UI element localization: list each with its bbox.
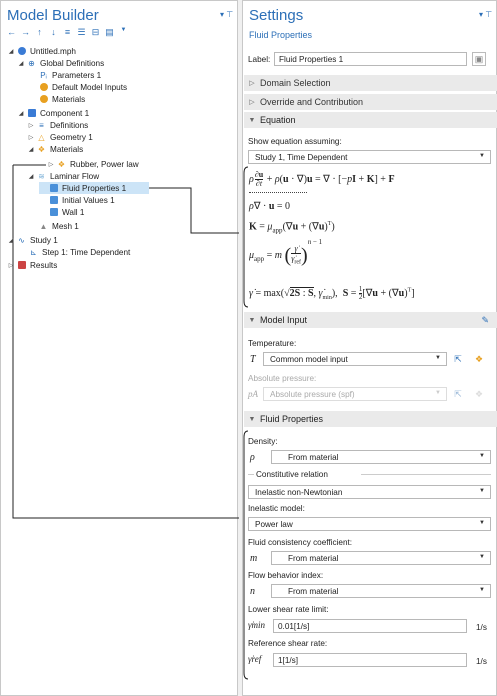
mesh-icon: ▲: [39, 221, 48, 231]
settings-subtitle: Fluid Properties: [249, 30, 313, 40]
tree-item-global-definitions[interactable]: ◢ ⊕ Global Definitions: [17, 57, 104, 69]
section-override[interactable]: ▷ Override and Contribution: [244, 94, 497, 110]
inelastic-model-select[interactable]: Power law ▼: [248, 517, 491, 531]
settings-panel: Settings Fluid Properties ▾ ⊤ Label: Flu…: [242, 0, 497, 696]
tree-item-wall[interactable]: Wall 1: [47, 206, 84, 218]
chevron-down-icon: ▼: [479, 587, 485, 593]
constitutive-relation-select[interactable]: Inelastic non-Newtonian ▼: [248, 485, 491, 499]
lower-limit-input[interactable]: 0.01[1/s]: [273, 619, 467, 633]
ref-rate-input[interactable]: 1[1/s]: [273, 653, 467, 667]
go-to-source-icon[interactable]: ⇱: [451, 352, 465, 366]
materials-icon: [38, 95, 49, 104]
tree-item-study[interactable]: ◢ ∿ Study 1: [7, 234, 58, 246]
laminar-flow-icon: ≋: [38, 171, 45, 181]
tree-item-geometry[interactable]: ▷ △ Geometry 1: [27, 131, 93, 143]
consistency-label: Fluid consistency coefficient:: [248, 538, 353, 547]
connector-brackets: [243, 166, 249, 680]
inelastic-model-label: Inelastic model:: [248, 504, 305, 513]
tree-item-materials[interactable]: ◢ ❖ Materials: [27, 143, 84, 155]
tree-item-initial-values[interactable]: Initial Values 1: [47, 194, 115, 206]
lower-limit-unit: 1/s: [476, 623, 487, 632]
model-inputs-icon: [38, 83, 49, 92]
label-caption: Label:: [248, 55, 271, 64]
results-icon: [16, 261, 27, 270]
study-icon: ∿: [18, 235, 25, 245]
tree-item-component[interactable]: ◢ Component 1: [17, 107, 89, 119]
model-input-settings-icon: ❖: [474, 388, 484, 399]
tree-item-mesh[interactable]: ▲ Mesh 1: [37, 220, 79, 232]
show-equation-select[interactable]: Study 1, Time Dependent ▼: [248, 150, 491, 164]
globe-icon: ⊕: [28, 58, 35, 68]
tree-item-step-time-dependent[interactable]: ⊾ Step 1: Time Dependent: [27, 246, 130, 258]
flow-index-label: Flow behavior index:: [248, 571, 324, 580]
initial-values-icon: [48, 196, 59, 205]
tree-item-default-model-inputs[interactable]: Default Model Inputs: [37, 81, 127, 93]
tree-item-definitions[interactable]: ▷ ≡ Definitions: [27, 119, 89, 131]
model-input-settings-icon[interactable]: ❖: [472, 352, 486, 366]
tree-item-laminar-flow[interactable]: ◢ ≋ Laminar Flow: [27, 170, 99, 182]
temperature-label: Temperature:: [248, 339, 297, 348]
tree-item-model[interactable]: ◢ Untitled.mph: [7, 45, 76, 57]
settings-title: Settings: [249, 7, 304, 24]
chevron-down-icon: ▼: [435, 355, 441, 361]
density-select[interactable]: From material ▼: [271, 450, 491, 464]
consistency-symbol: m: [250, 553, 258, 564]
parameters-icon: Pᵢ: [40, 70, 47, 80]
chevron-down-icon: ▼: [479, 520, 485, 526]
label-input[interactable]: Fluid Properties 1: [274, 52, 467, 66]
fluid-properties-icon: [48, 184, 59, 193]
temperature-select[interactable]: Common model input ▼: [263, 352, 447, 366]
density-symbol: ρ: [250, 452, 255, 463]
temperature-symbol: T: [250, 354, 256, 365]
component-icon: [26, 109, 37, 118]
section-domain-selection[interactable]: ▷ Domain Selection: [244, 75, 497, 91]
consistency-select[interactable]: From material ▼: [271, 551, 491, 565]
chevron-down-icon: ▼: [479, 554, 485, 560]
time-dependent-step-icon: ⊾: [30, 247, 37, 257]
ref-rate-unit: 1/s: [476, 657, 487, 666]
section-model-input[interactable]: ▼ Model Input ✎: [244, 312, 497, 328]
connector-lines: [12, 164, 239, 519]
chevron-down-icon: ▼: [479, 153, 485, 159]
chevron-down-icon: ▼: [479, 488, 485, 494]
model-builder-panel: Model Builder ▾ ⊤ ← → ↑ ↓ ≡ ☰ ⊟ ▤ ▼ ◢ Un…: [0, 0, 239, 696]
go-to-source-icon: ⇱: [454, 388, 462, 399]
pressure-select: Absolute pressure (spf) ▼: [263, 387, 447, 401]
material-icon: ❖: [57, 159, 66, 169]
tree-item-results[interactable]: ▷ Results: [7, 259, 58, 271]
flow-index-symbol: n: [250, 586, 255, 597]
tree-item-parameters[interactable]: Pᵢ Parameters 1: [37, 69, 101, 81]
tree-item-rubber-power-law[interactable]: ▷ ❖ Rubber, Power law: [47, 158, 139, 170]
wall-icon: [48, 208, 59, 217]
pressure-label: Absolute pressure:: [248, 374, 317, 383]
pin-icon[interactable]: ▾ ⊤: [479, 10, 492, 19]
lower-limit-symbol: γ̇min: [248, 620, 266, 630]
chevron-down-icon: ▼: [435, 390, 441, 396]
ref-rate-label: Reference shear rate:: [248, 639, 328, 648]
flow-index-select[interactable]: From material ▼: [271, 584, 491, 598]
label-reset-icon[interactable]: ▣: [472, 52, 486, 66]
chevron-down-icon: ▼: [479, 453, 485, 459]
edit-pencil-icon[interactable]: ✎: [481, 315, 489, 326]
model-file-icon: [16, 47, 27, 56]
constitutive-relation-label: Constitutive relation: [256, 470, 328, 479]
tree-item-fluid-properties[interactable]: Fluid Properties 1: [39, 182, 149, 194]
section-fluid-properties[interactable]: ▼ Fluid Properties: [244, 411, 497, 427]
pressure-symbol: pA: [248, 389, 258, 399]
density-label: Density:: [248, 437, 278, 446]
materials-icon: ❖: [37, 144, 46, 154]
tree-item-global-materials[interactable]: Materials: [37, 93, 85, 105]
geometry-icon: △: [38, 132, 45, 142]
section-equation[interactable]: ▼ Equation: [244, 112, 497, 128]
ref-rate-symbol: γ̇ref: [248, 654, 262, 664]
definitions-icon: ≡: [39, 120, 44, 130]
lower-limit-label: Lower shear rate limit:: [248, 605, 329, 614]
show-equation-label: Show equation assuming:: [248, 137, 342, 146]
